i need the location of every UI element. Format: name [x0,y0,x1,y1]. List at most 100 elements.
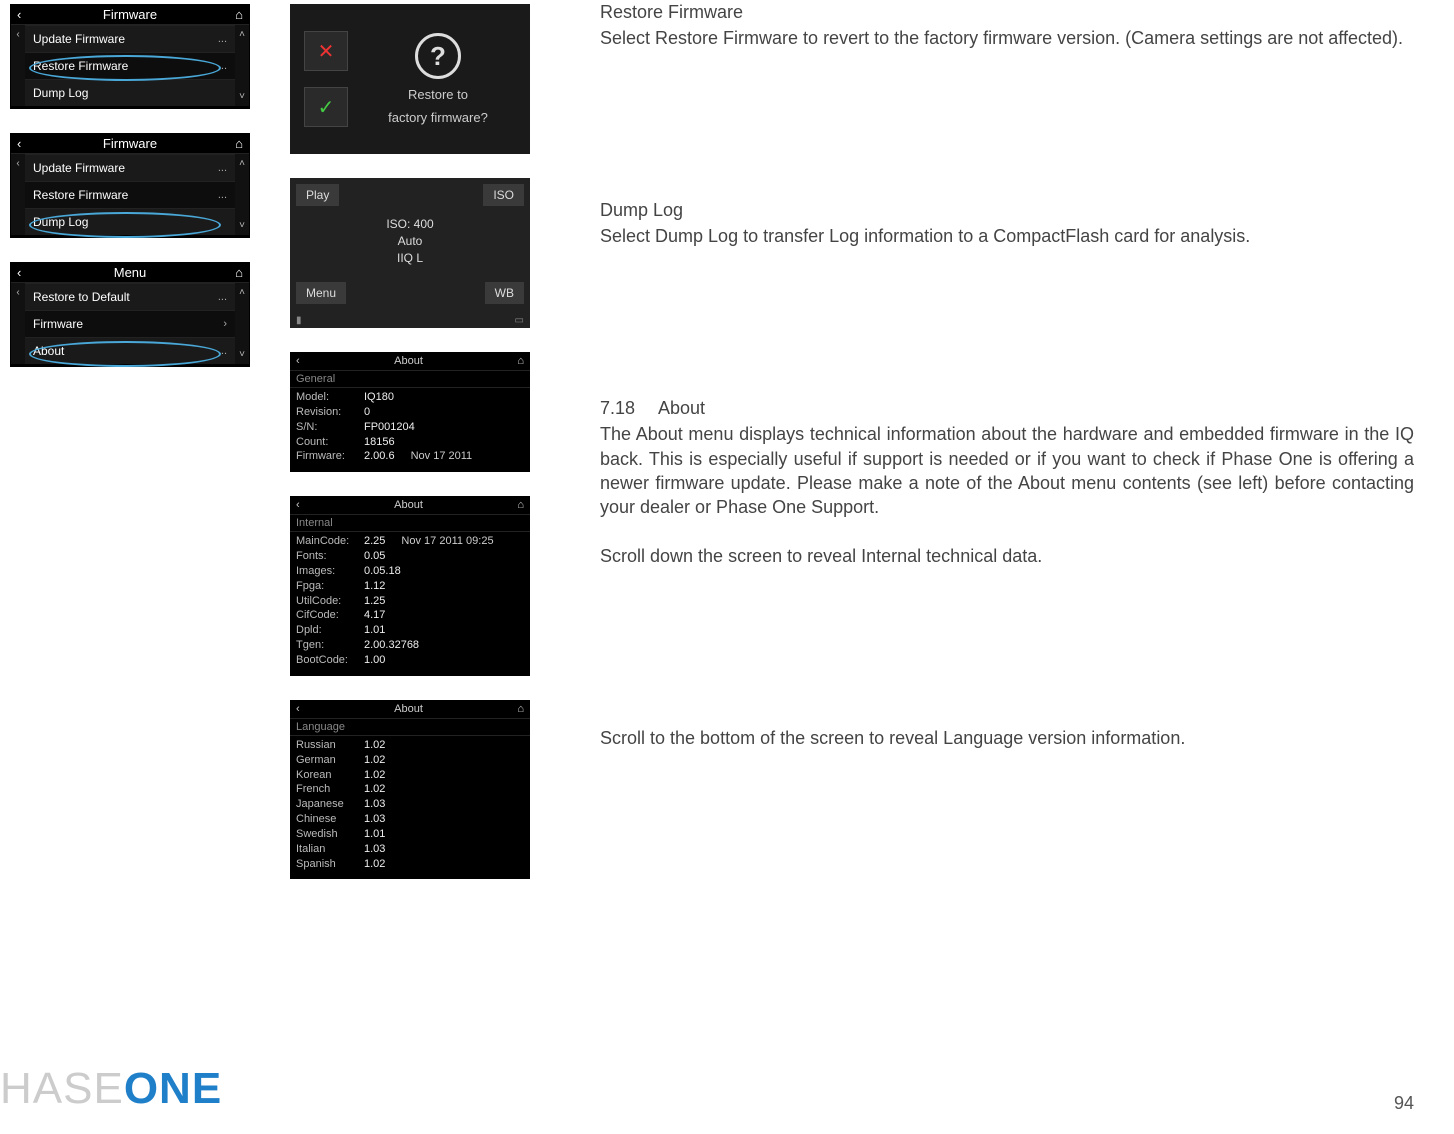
home-icon[interactable]: ⌂ [517,703,524,715]
info-key: Fonts: [296,549,358,564]
play-button[interactable]: Play [296,184,339,206]
menu-label: Restore Firmware [33,59,128,73]
menu-item-update-firmware[interactable]: Update Firmware ... [25,154,235,181]
info-value: 1.02 [364,857,385,872]
confirm-button[interactable]: ✓ [304,87,348,127]
menu-item-restore-firmware[interactable]: Restore Firmware ... [25,52,235,79]
back-icon[interactable]: ‹ [17,136,33,151]
info-value: 0 [364,405,370,420]
info-row: Revision:0 [296,405,524,420]
info-value: 1.12 [364,579,385,594]
menu-screen-about: ‹ Menu ⌂ ‹ Restore to Default ... Firmwa… [10,262,250,367]
right-scroll[interactable]: ˄ ˅ [235,154,249,235]
menu-item-dump-log[interactable]: Dump Log [25,79,235,106]
home-icon[interactable]: ⌂ [517,499,524,511]
info-row: Fonts:0.05 [296,549,524,564]
menu-item-update-firmware[interactable]: Update Firmware ... [25,25,235,52]
logo: HASEONE [0,1064,222,1114]
info-row: Japanese1.03 [296,797,524,812]
menu-label: About [33,344,64,358]
back-icon[interactable]: ‹ [17,265,33,280]
info-value: IQ180 [364,390,394,405]
info-value: 2.25 [364,534,385,549]
quick-screen: Play ISO Menu WB ISO: 400 Auto IIQ L ▮ ▭ [290,178,530,328]
chevron-right-icon: › [223,318,227,330]
left-scroll[interactable]: ‹ [11,25,25,106]
info-key: Fpga: [296,579,358,594]
right-scroll[interactable]: ˄ ˅ [235,283,249,364]
restore-body: Select Restore Firmware to revert to the… [600,26,1414,50]
home-icon[interactable]: ⌂ [227,136,243,151]
up-icon: ˄ [239,158,245,169]
battery-icon: ▮ [296,315,302,326]
iiq-mode: IIQ L [290,250,530,267]
menu-label: Firmware [33,317,83,331]
info-row: Model: IQ180 [296,390,524,405]
info-value: 1.02 [364,768,385,783]
section-label: General [290,371,530,388]
info-value: 1.01 [364,623,385,638]
back-icon[interactable]: ‹ [296,703,300,715]
screen-title: Firmware [103,136,157,151]
screen-title: Firmware [103,7,157,22]
info-row: Korean 1.02 [296,768,524,783]
section-number: 7.18 [600,396,654,420]
cancel-button[interactable]: ✕ [304,31,348,71]
menu-item-restore-default[interactable]: Restore to Default ... [25,283,235,310]
info-row: CifCode:4.17 [296,608,524,623]
menu-item-dump-log[interactable]: Dump Log [25,208,235,235]
right-scroll[interactable]: ˄ ˅ [235,25,249,106]
wb-button[interactable]: WB [485,282,524,304]
middle-column: ✕ ✓ ? Restore to factory firmware? Play … [290,0,540,879]
info-key: Chinese [296,812,358,827]
firmware-screen-restore: ‹ Firmware ⌂ ‹ Update Firmware ... Resto… [10,4,250,109]
menu-label: Update Firmware [33,32,125,46]
about-body: The About menu displays technical inform… [600,422,1414,519]
back-icon[interactable]: ‹ [296,499,300,511]
iso-button[interactable]: ISO [483,184,524,206]
back-icon[interactable]: ‹ [296,355,300,367]
info-value: 1.00 [364,653,385,668]
left-scroll[interactable]: ‹ [11,283,25,364]
section-label: Language [290,719,530,736]
home-icon[interactable]: ⌂ [227,265,243,280]
info-key: German [296,753,358,768]
menu-label: Update Firmware [33,161,125,175]
home-icon[interactable]: ⌂ [227,7,243,22]
info-key: Firmware: [296,449,358,464]
menu-item-firmware[interactable]: Firmware › [25,310,235,337]
menu-label: Dump Log [33,86,88,100]
menu-label: Dump Log [33,215,88,229]
info-key: MainCode: [296,534,358,549]
iso-value: ISO: 400 [290,216,530,233]
info-row: Count:18156 [296,435,524,450]
left-scroll[interactable]: ‹ [11,154,25,235]
menu-item-restore-firmware[interactable]: Restore Firmware ... [25,181,235,208]
wb-mode: Auto [290,233,530,250]
about-heading: 7.18 About [600,396,1414,420]
info-value: 4.17 [364,608,385,623]
home-icon[interactable]: ⌂ [517,355,524,367]
down-icon: ˅ [239,349,245,360]
info-row: Tgen:2.00.32768 [296,638,524,653]
info-value: 0.05.18 [364,564,401,579]
screen-title: About [394,355,423,367]
info-key: Korean [296,768,358,783]
info-row: S/N:FP001204 [296,420,524,435]
info-row: German 1.02 [296,753,524,768]
info-key: Model: [296,390,358,405]
menu-rhs: ... [218,189,227,201]
menu-item-about[interactable]: About ... [25,337,235,364]
info-value: 1.03 [364,812,385,827]
info-value: 1.03 [364,842,385,857]
info-row: Italian 1.03 [296,842,524,857]
menu-button[interactable]: Menu [296,282,346,304]
doc-text-column: Restore Firmware Select Restore Firmware… [570,0,1414,879]
info-key: S/N: [296,420,358,435]
footer: HASEONE 94 [0,1064,1414,1114]
back-icon[interactable]: ‹ [17,7,33,22]
lang-body: Scroll to the bottom of the screen to re… [600,726,1414,750]
info-value: 1.02 [364,753,385,768]
info-key: Italian [296,842,358,857]
down-icon: ˅ [239,91,245,102]
